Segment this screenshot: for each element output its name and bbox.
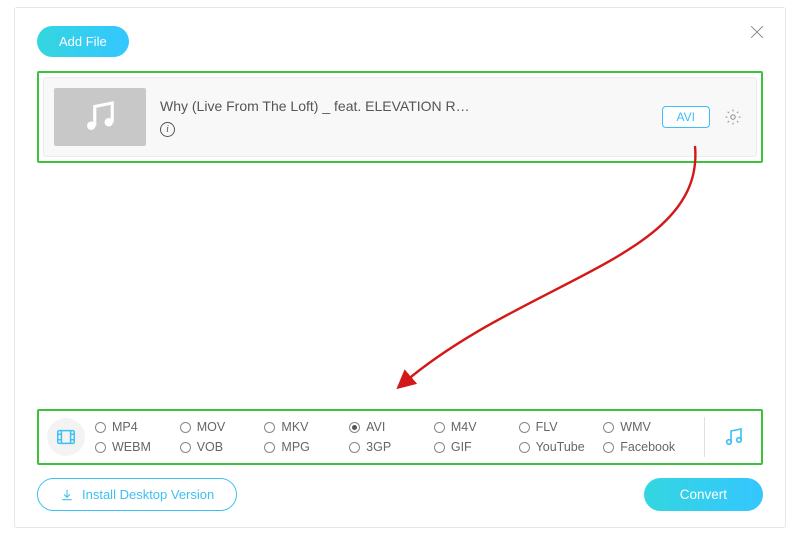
install-desktop-button[interactable]: Install Desktop Version: [37, 478, 237, 511]
format-label: GIF: [451, 440, 472, 454]
bottom-bar: Install Desktop Version Convert: [37, 478, 763, 511]
format-label: MOV: [197, 420, 225, 434]
file-title: Why (Live From The Loft) _ feat. ELEVATI…: [160, 98, 648, 114]
format-option-m4v[interactable]: M4V: [434, 420, 515, 434]
divider: [704, 417, 705, 457]
radio-icon: [180, 422, 191, 433]
radio-icon: [264, 442, 275, 453]
radio-icon: [434, 442, 445, 453]
radio-icon: [519, 442, 530, 453]
format-selector-panel: MP4 MOV MKV AVI M4V FLV WMV WEBM VOB MPG 3GP GIF You…: [37, 409, 763, 465]
format-option-gif[interactable]: GIF: [434, 440, 515, 454]
format-label: 3GP: [366, 440, 391, 454]
format-label: Facebook: [620, 440, 675, 454]
gear-icon[interactable]: [724, 108, 742, 126]
radio-icon: [603, 442, 614, 453]
radio-icon: [434, 422, 445, 433]
format-option-3gp[interactable]: 3GP: [349, 440, 430, 454]
close-icon[interactable]: [747, 22, 767, 42]
format-option-flv[interactable]: FLV: [519, 420, 600, 434]
format-option-vob[interactable]: VOB: [180, 440, 261, 454]
format-option-mp4[interactable]: MP4: [95, 420, 176, 434]
download-icon: [60, 488, 74, 502]
format-option-webm[interactable]: WEBM: [95, 440, 176, 454]
file-thumbnail: [54, 88, 146, 146]
format-option-mov[interactable]: MOV: [180, 420, 261, 434]
format-option-facebook[interactable]: Facebook: [603, 440, 684, 454]
format-label: MKV: [281, 420, 308, 434]
format-label: WMV: [620, 420, 651, 434]
format-option-mkv[interactable]: MKV: [264, 420, 345, 434]
radio-icon: [603, 422, 614, 433]
radio-icon: [519, 422, 530, 433]
format-label: MP4: [112, 420, 138, 434]
format-label: M4V: [451, 420, 477, 434]
format-grid: MP4 MOV MKV AVI M4V FLV WMV WEBM VOB MPG 3GP GIF You…: [85, 418, 694, 456]
convert-button[interactable]: Convert: [644, 478, 763, 511]
format-label: WEBM: [112, 440, 151, 454]
format-label: FLV: [536, 420, 558, 434]
info-icon[interactable]: i: [160, 122, 175, 137]
format-option-avi[interactable]: AVI: [349, 420, 430, 434]
annotation-arrow: [345, 138, 715, 418]
install-label: Install Desktop Version: [82, 487, 214, 502]
format-label: MPG: [281, 440, 309, 454]
file-meta: Why (Live From The Loft) _ feat. ELEVATI…: [160, 98, 648, 137]
radio-icon: [349, 442, 360, 453]
format-option-wmv[interactable]: WMV: [603, 420, 684, 434]
file-row: Why (Live From The Loft) _ feat. ELEVATI…: [43, 77, 757, 157]
app-window: Add File Why (Live From The Loft) _ feat…: [14, 7, 786, 528]
output-format-badge[interactable]: AVI: [662, 106, 710, 128]
radio-icon: [180, 442, 191, 453]
add-file-button[interactable]: Add File: [37, 26, 129, 57]
file-list-panel: Why (Live From The Loft) _ feat. ELEVATI…: [37, 71, 763, 163]
radio-icon: [95, 442, 106, 453]
video-tab-icon[interactable]: [47, 418, 85, 456]
format-label: AVI: [366, 420, 385, 434]
radio-icon: [264, 422, 275, 433]
radio-icon: [95, 422, 106, 433]
audio-tab-icon[interactable]: [715, 418, 753, 456]
format-label: VOB: [197, 440, 223, 454]
format-option-mpg[interactable]: MPG: [264, 440, 345, 454]
format-option-youtube[interactable]: YouTube: [519, 440, 600, 454]
radio-icon: [349, 422, 360, 433]
format-label: YouTube: [536, 440, 585, 454]
